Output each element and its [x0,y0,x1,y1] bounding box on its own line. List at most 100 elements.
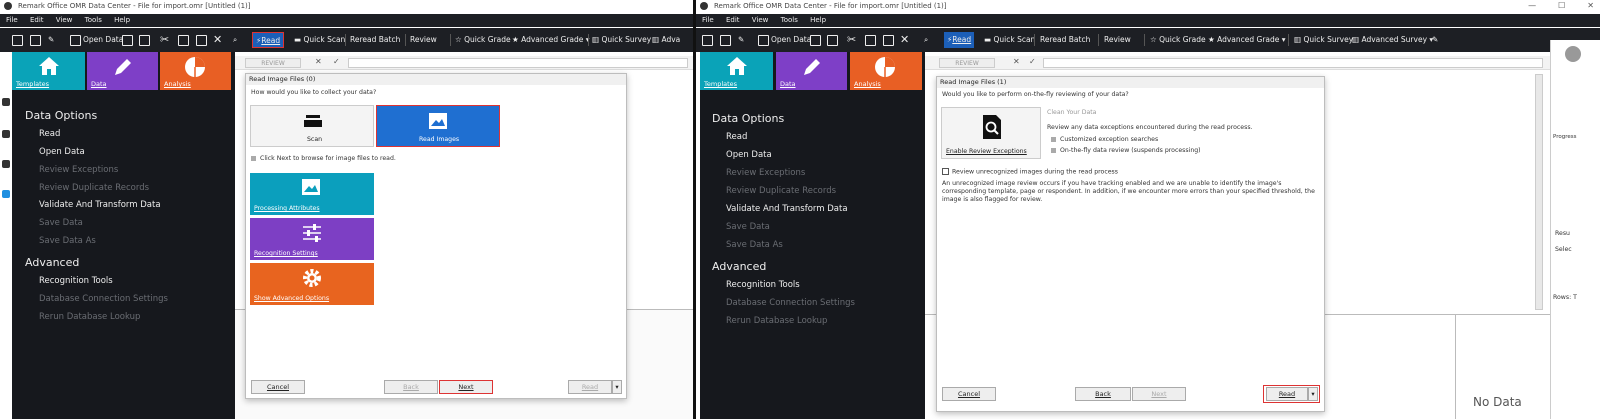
new-icon[interactable] [12,32,25,48]
cancel-x-icon[interactable]: ✕ [315,57,322,66]
read-button-dialog[interactable]: Read [568,380,612,394]
reread-batch-button[interactable]: Reread Batch [1040,32,1090,48]
menu-file[interactable]: File [6,16,18,24]
maximize-icon[interactable]: ☐ [1558,1,1565,10]
quick-survey-button[interactable]: ▥ Quick Survey [1294,32,1353,48]
nav-validate[interactable]: Validate And Transform Data [726,204,848,214]
nav-db-settings[interactable]: Database Connection Settings [726,298,855,308]
read-button[interactable]: ⚡Read [252,32,285,48]
nav-rerun-lookup[interactable]: Rerun Database Lookup [726,316,827,326]
menu-tools[interactable]: Tools [781,16,798,24]
paste-icon[interactable] [883,32,896,48]
new-icon[interactable] [702,32,715,48]
menu-view[interactable]: View [56,16,73,24]
back-button[interactable]: Back [1075,387,1131,401]
advanced-options-option[interactable]: Show Advanced Options [250,263,374,305]
menu-help[interactable]: Help [114,16,130,24]
avatar[interactable] [1565,46,1581,62]
save-icon[interactable] [122,32,135,48]
close-window-icon[interactable]: ✕ [1587,1,1594,10]
save-icon[interactable] [810,32,823,48]
nav-validate[interactable]: Validate And Transform Data [39,200,161,210]
copy-icon[interactable] [865,32,878,48]
advanced-grade-button[interactable]: ★ Advanced Grade ▾ [1208,32,1286,48]
pencil-icon[interactable]: ✎ [738,32,744,48]
nav-recognition-tools[interactable]: Recognition Tools [39,276,113,286]
review-button[interactable]: Review [410,32,437,48]
quick-grade-button[interactable]: ☆ Quick Grade [455,32,511,48]
nav-db-settings[interactable]: Database Connection Settings [39,294,168,304]
check-icon[interactable]: ✓ [333,57,340,66]
scissors-icon[interactable]: ✂ [160,32,169,48]
processing-attributes-option[interactable]: Processing Attributes [250,173,374,215]
review-toolbar-button[interactable]: REVIEW [245,58,301,68]
vertical-scrollbar[interactable] [1535,74,1543,310]
advanced-survey-button[interactable]: ▥ Advanced Survey ▾ [1352,32,1433,48]
read-dropdown-icon[interactable]: ▾ [612,380,622,394]
read-images-option[interactable]: Read Images [376,105,500,147]
close-icon[interactable]: ✕ [213,32,222,48]
quick-survey-button[interactable]: ▥ Quick Survey [592,32,651,48]
templates-tile[interactable]: Templates [700,52,773,90]
nav-review-duplicates[interactable]: Review Duplicate Records [726,186,836,196]
menu-edit[interactable]: Edit [726,16,740,24]
advanced-survey-button[interactable]: ▥ Adva [652,32,680,48]
formula-input[interactable] [1043,58,1543,68]
nav-read[interactable]: Read [39,129,60,139]
review-toolbar-button[interactable]: REVIEW [939,58,995,68]
recognition-settings-option[interactable]: Recognition Settings [250,218,374,260]
enable-review-exceptions-option[interactable]: Enable Review Exceptions [941,107,1041,159]
home-icon[interactable] [2,98,10,106]
advanced-grade-button[interactable]: ★ Advanced Grade ▾ [512,32,590,48]
nav-save-data[interactable]: Save Data [726,222,770,232]
search-icon[interactable]: ⌕ [924,32,928,48]
mail-icon[interactable] [827,32,840,48]
menu-help[interactable]: Help [810,16,826,24]
data-tile[interactable]: Data [87,52,158,90]
nav-recognition-tools[interactable]: Recognition Tools [726,280,800,290]
checkbox[interactable] [942,168,949,175]
formula-input[interactable] [348,58,688,68]
scan-option[interactable]: Scan [250,105,374,147]
read-button-dialog[interactable]: Read [1266,387,1308,401]
paste-icon[interactable] [196,32,209,48]
reread-batch-button[interactable]: Reread Batch [350,32,400,48]
close-icon[interactable]: ✕ [900,32,909,48]
cancel-button[interactable]: Cancel [251,380,305,394]
review-button[interactable]: Review [1104,32,1131,48]
menu-edit[interactable]: Edit [30,16,44,24]
check-icon[interactable]: ✓ [1029,57,1036,66]
search-icon[interactable]: ⌕ [233,32,237,48]
menu-view[interactable]: View [752,16,769,24]
custom-tool-icon[interactable]: ✎ [1432,32,1438,48]
pencil-icon[interactable]: ✎ [48,32,54,48]
quick-scan-button[interactable]: ▬ Quick Scan [984,32,1035,48]
copy-icon[interactable] [178,32,191,48]
cancel-x-icon[interactable]: ✕ [1013,57,1020,66]
analysis-tile[interactable]: Analysis [160,52,231,90]
read-button[interactable]: ⚡Read [944,32,975,48]
next-button[interactable]: Next [439,380,493,394]
nav-save-data-as[interactable]: Save Data As [726,240,783,250]
data-tile[interactable]: Data [776,52,847,90]
nav-review-exceptions[interactable]: Review Exceptions [726,168,805,178]
menu-tools[interactable]: Tools [85,16,102,24]
review-unrecognized-checkbox[interactable]: Review unrecognized images during the re… [942,168,1118,176]
users-icon[interactable] [2,130,10,138]
quick-scan-button[interactable]: ▬ Quick Scan [294,32,345,48]
quick-grade-button[interactable]: ☆ Quick Grade [1150,32,1206,48]
chat-icon[interactable] [2,190,10,198]
folder-icon[interactable] [720,32,733,48]
next-button[interactable]: Next [1132,387,1186,401]
nav-open-data[interactable]: Open Data [726,150,772,160]
nav-read[interactable]: Read [726,132,747,142]
menu-file[interactable]: File [702,16,714,24]
mail-icon[interactable] [139,32,152,48]
nav-save-data-as[interactable]: Save Data As [39,236,96,246]
nav-open-data[interactable]: Open Data [39,147,85,157]
open-data-button[interactable]: Open Data [758,32,811,48]
group-icon[interactable] [2,160,10,168]
open-data-button[interactable]: Open Data [70,32,123,48]
nav-save-data[interactable]: Save Data [39,218,83,228]
folder-icon[interactable] [30,32,43,48]
